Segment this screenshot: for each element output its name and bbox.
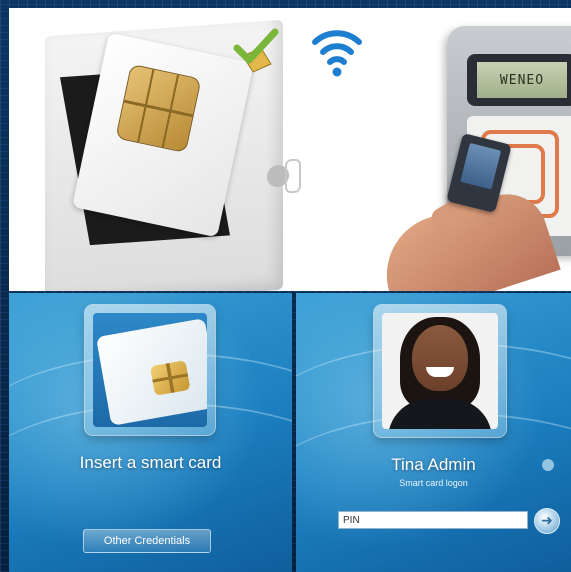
pin-input[interactable] — [338, 511, 528, 529]
avatar — [382, 313, 498, 429]
smartcard-tile — [85, 305, 215, 435]
terminal-screen-frame: WENEO — [467, 54, 571, 106]
badge-photo — [460, 142, 502, 190]
reader-mark — [285, 158, 301, 194]
other-credentials-button[interactable]: Other Credentials — [83, 529, 211, 553]
checkmark-card-icon — [233, 28, 279, 73]
smartcard — [96, 318, 207, 426]
hero-photo-panel: WENEO — [9, 8, 571, 291]
wifi-icon — [312, 30, 362, 77]
insert-card-prompt: Insert a smart card — [79, 453, 222, 472]
avatar-body — [388, 399, 492, 429]
user-tile[interactable] — [374, 305, 506, 437]
user-logon-panel: Tina Admin Smart card logon ➜ — [296, 293, 571, 572]
smartcard-image — [93, 313, 207, 427]
user-name: Tina Admin — [391, 455, 476, 474]
smartcard-chip-icon — [149, 360, 191, 396]
sim-chip — [115, 63, 202, 154]
arrow-right-icon[interactable]: ➜ — [534, 508, 560, 534]
terminal-screen: WENEO — [477, 62, 567, 98]
smartcard-logon-panel: Insert a smart card Other Credentials — [9, 293, 292, 572]
logon-type-label: Smart card logon — [399, 478, 468, 488]
avatar-face — [412, 325, 468, 391]
